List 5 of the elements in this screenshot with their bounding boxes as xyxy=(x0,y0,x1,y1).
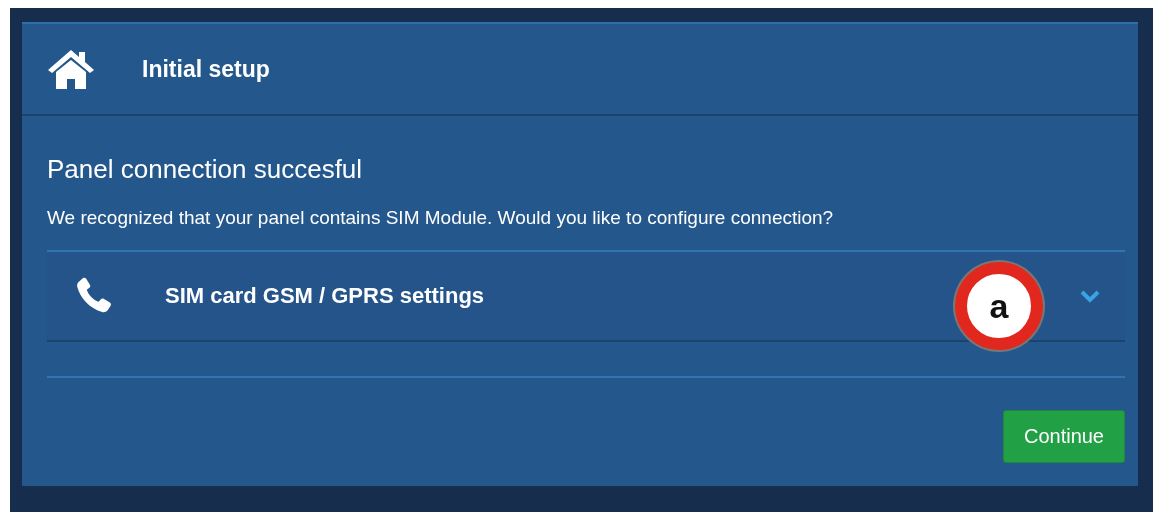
chevron-icon xyxy=(1079,289,1101,303)
home-icon xyxy=(46,48,96,90)
message: We recognized that your panel contains SIM Module. Would you like to configure connection? xyxy=(47,207,835,229)
header-title: Initial setup xyxy=(142,55,270,83)
heading: Panel connection succesful xyxy=(47,154,364,185)
